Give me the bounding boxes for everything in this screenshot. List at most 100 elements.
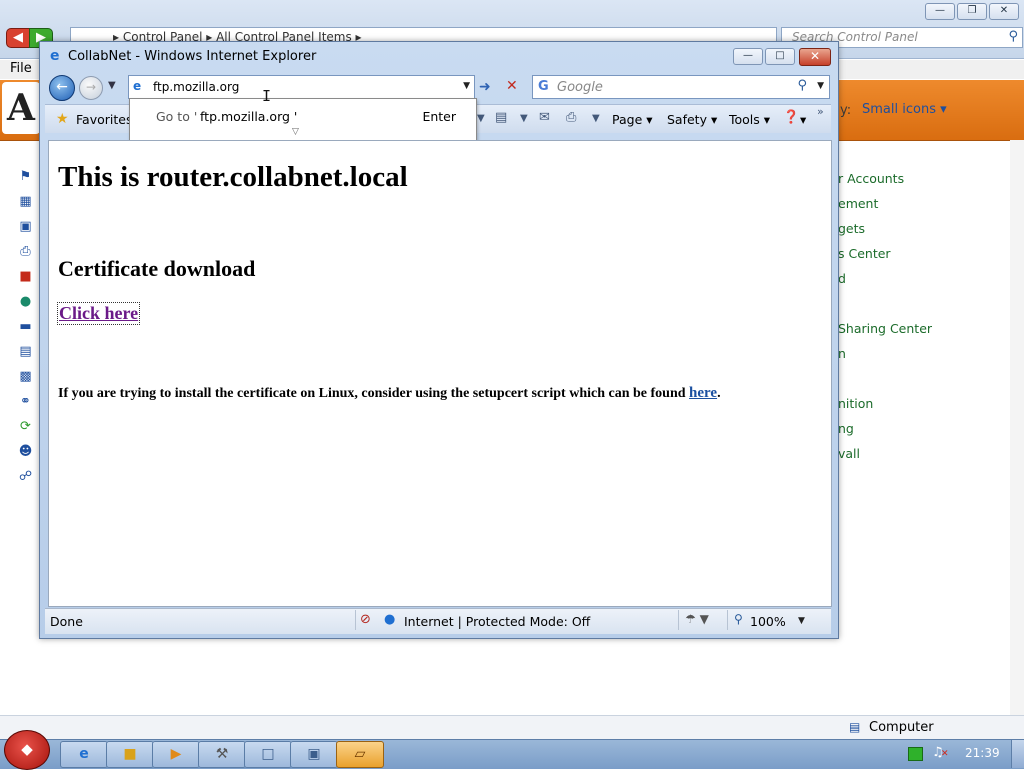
cp-item-gadgets[interactable]: gets — [838, 221, 865, 236]
flag-icon[interactable]: ⚑ — [18, 170, 33, 184]
search-icon[interactable]: ⚲ — [1008, 29, 1018, 44]
sync-icon[interactable]: ⟳ — [18, 420, 33, 434]
volume-muted-icon: ✕ — [941, 749, 949, 759]
laptop-icon[interactable]: ▤ — [18, 345, 33, 359]
chevron-down-icon[interactable]: ▽ — [292, 127, 299, 137]
ie-content-area — [48, 140, 832, 607]
page-menu-button[interactable]: Page ▾ — [612, 112, 653, 127]
favorites-star-icon[interactable]: ★ — [56, 111, 69, 127]
globe-icon[interactable]: ● — [18, 295, 33, 309]
ie-address-bar[interactable]: e ftp.mozilla.org ▼ — [128, 75, 475, 99]
popup-blocked-icon[interactable]: ⊘ — [360, 612, 371, 627]
autocomplete-enter-hint: Enter — [422, 109, 456, 124]
network-icon[interactable]: ⚭ — [18, 395, 33, 409]
paragraph-period: . — [717, 386, 721, 401]
setupcert-link[interactable]: here — [689, 385, 717, 401]
programs-icon[interactable]: ▦ — [18, 195, 33, 209]
computer-icon: ▤ — [849, 720, 861, 734]
cp-item-user-accounts[interactable]: r Accounts — [838, 171, 904, 186]
certificate-download-link[interactable]: Click here — [57, 302, 141, 325]
keyboard-icon[interactable]: ▬ — [18, 320, 33, 334]
ie-close-button[interactable]: ✕ — [799, 48, 831, 66]
ie-minimize-button[interactable]: — — [733, 48, 763, 65]
view-by-label: y: — [840, 103, 852, 118]
start-button[interactable]: ◆ — [4, 730, 50, 770]
cp-item-ng[interactable]: ng — [838, 421, 854, 436]
flash-icon[interactable]: ■ — [18, 270, 33, 284]
linux-instructions: If you are trying to install the certifi… — [58, 385, 721, 402]
cp-maximize-button[interactable]: ❐ — [957, 3, 987, 20]
zoom-dropdown-icon[interactable]: ▼ — [798, 616, 805, 626]
feeds-icon[interactable]: ▤ — [495, 110, 507, 125]
security-zone[interactable]: Internet | Protected Mode: Off — [404, 614, 590, 629]
view-by-dropdown[interactable]: Small icons ▾ — [862, 102, 947, 117]
address-input[interactable]: ftp.mozilla.org — [153, 80, 239, 94]
ie-back-button[interactable]: ← — [49, 75, 75, 101]
ie-search-box[interactable]: G Google ⚲ ▼ — [532, 75, 830, 99]
cp-item-recognition[interactable]: nition — [838, 396, 873, 411]
taskbar-ie-button[interactable]: e — [60, 741, 108, 768]
cp-close-button[interactable]: ✕ — [989, 3, 1019, 20]
ie-maximize-button[interactable]: □ — [765, 48, 795, 65]
cp-item-management[interactable]: ement — [838, 196, 878, 211]
cp-back-button[interactable]: ◀ — [6, 28, 30, 48]
network-tray-icon[interactable] — [908, 747, 923, 761]
device-icon[interactable]: ▣ — [18, 220, 33, 234]
zoom-icon[interactable]: ⚲ — [734, 612, 743, 626]
stop-icon[interactable]: ✕ — [506, 78, 518, 94]
cp-minimize-button[interactable]: — — [925, 3, 955, 20]
help-dropdown-icon[interactable]: ▾ — [800, 112, 806, 127]
safety-menu-button[interactable]: Safety ▾ — [667, 112, 717, 127]
text-cursor-icon: I — [262, 87, 272, 105]
ie-recent-pages-icon[interactable]: ▼ — [108, 80, 116, 91]
users-icon[interactable]: ☻ — [18, 445, 33, 459]
search-dropdown-icon[interactable]: ▼ — [817, 81, 824, 91]
ie-window-title: CollabNet - Windows Internet Explorer — [68, 49, 317, 64]
taskbar-media-button[interactable]: ▶ — [152, 741, 200, 768]
taskbar-active-app-button[interactable]: ▱ — [336, 741, 384, 768]
show-desktop-button[interactable] — [1011, 740, 1024, 768]
status-text: Done — [50, 614, 83, 629]
chevron-down-icon[interactable]: ▼ — [477, 113, 485, 124]
cp-item-sharing-center[interactable]: Sharing Center — [838, 321, 932, 336]
cp-item-firewall[interactable]: vall — [838, 446, 860, 461]
page-icon: e — [133, 79, 142, 93]
mail-icon[interactable]: ✉ — [539, 110, 550, 125]
status-separator — [727, 610, 728, 630]
chevron-down-icon[interactable]: ▼ — [592, 113, 600, 124]
update-icon[interactable]: ☍ — [18, 470, 33, 484]
protected-mode-icon[interactable]: ☂ ▼ — [685, 612, 709, 626]
menu-file[interactable]: File — [10, 61, 32, 76]
taskbar-window-button[interactable]: ▣ — [290, 741, 338, 768]
details-pane-label: Computer — [869, 720, 934, 735]
printer-icon[interactable]: ⎙ — [18, 245, 33, 259]
google-icon: G — [538, 79, 549, 94]
taskbar-document-button[interactable]: □ — [244, 741, 292, 768]
cp-item-center[interactable]: s Center — [838, 246, 891, 261]
zoom-level[interactable]: 100% — [750, 614, 786, 629]
ie-forward-button[interactable]: → — [79, 76, 103, 100]
ie-search-placeholder: Google — [557, 80, 603, 95]
cp-scrollbar[interactable] — [1010, 140, 1024, 715]
autocomplete-suggestion[interactable]: ftp.mozilla.org ' — [200, 109, 297, 124]
more-chevron-icon[interactable]: » — [817, 105, 824, 118]
chevron-down-icon[interactable]: ▼ — [520, 113, 528, 124]
address-autocomplete[interactable]: Go to ' ftp.mozilla.org ' Enter ▽ — [129, 98, 477, 144]
taskbar-explorer-button[interactable]: ■ — [106, 741, 154, 768]
chart-icon[interactable]: ▩ — [18, 370, 33, 384]
system-clock[interactable]: 21:39 — [965, 746, 1000, 760]
search-icon[interactable]: ⚲ — [797, 78, 807, 93]
go-arrow-icon[interactable]: ➜ — [479, 79, 491, 95]
taskbar-tools-button[interactable]: ⚒ — [198, 741, 246, 768]
help-icon[interactable]: ❓ — [783, 110, 799, 125]
cp-item-n[interactable]: n — [838, 346, 846, 361]
autocomplete-goto-label: Go to ' — [156, 109, 198, 124]
page-subheading: Certificate download — [58, 256, 256, 281]
cp-item-d[interactable]: d — [838, 271, 846, 286]
tools-menu-button[interactable]: Tools ▾ — [729, 112, 770, 127]
linux-instructions-text: If you are trying to install the certifi… — [58, 386, 686, 401]
address-dropdown-icon[interactable]: ▼ — [463, 81, 470, 91]
status-separator — [678, 610, 679, 630]
print-icon[interactable]: ⎙ — [566, 110, 576, 125]
favorites-button[interactable]: Favorites — [76, 112, 132, 127]
